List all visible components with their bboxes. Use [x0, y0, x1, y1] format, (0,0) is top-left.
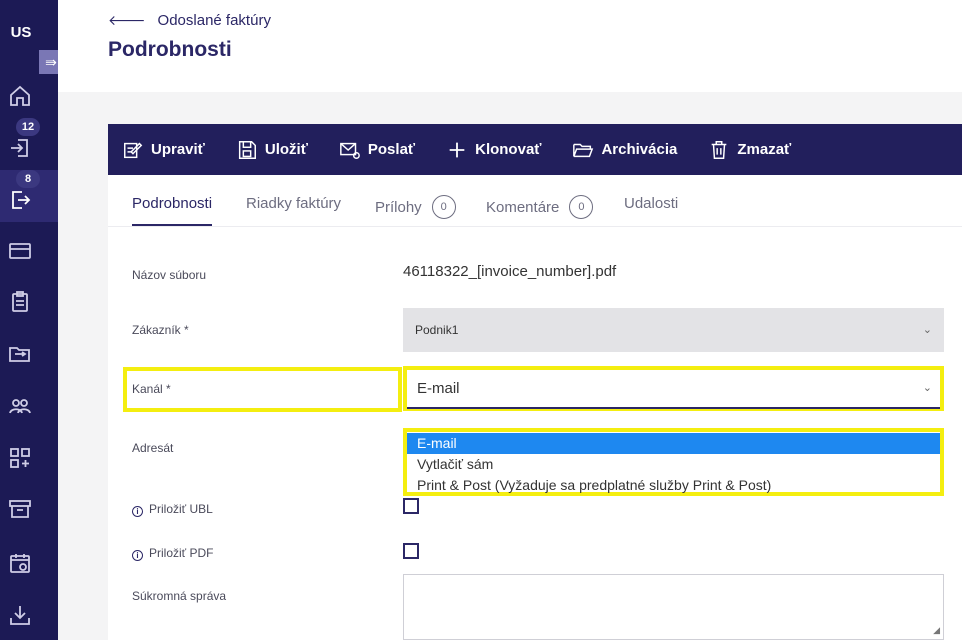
tab-invoice-lines[interactable]: Riadky faktúry	[246, 195, 341, 212]
filename-value: 46118322_[invoice_number].pdf	[403, 263, 617, 280]
clone-button[interactable]: Klonovať	[446, 139, 541, 161]
channel-label: Kanál *	[132, 382, 171, 396]
tab-bar: Podrobnosti Riadky faktúry Prílohy 0 Kome…	[108, 175, 962, 227]
email-send-icon	[339, 142, 360, 159]
folder-transfer-icon	[9, 347, 30, 362]
inbox-import-icon	[11, 139, 28, 157]
filename-label: Názov súboru	[132, 268, 207, 282]
tab-attachments[interactable]: Prílohy 0	[375, 195, 456, 219]
clipboard-icon	[12, 291, 28, 312]
attach-ubl-checkbox[interactable]	[403, 498, 419, 514]
attach-pdf-checkbox[interactable]	[403, 543, 419, 559]
sidebar-item-payments[interactable]	[0, 226, 58, 276]
customer-label: Zákazník *	[132, 323, 189, 337]
page-title: Podrobnosti	[108, 38, 232, 61]
edit-button[interactable]: Upraviť	[122, 139, 205, 161]
outbox-export-icon	[12, 191, 31, 209]
channel-option-print-post[interactable]: Print & Post (Vyžaduje sa predplatné slu…	[407, 475, 940, 496]
download-icon	[10, 606, 30, 625]
page-header: 🡐 Odoslané faktúry Podrobnosti	[58, 0, 962, 92]
attach-pdf-label: i Priložiť PDF	[132, 546, 214, 561]
info-icon[interactable]: i	[132, 506, 143, 517]
attachments-count: 0	[431, 195, 456, 219]
archive-icon	[9, 500, 31, 518]
edit-icon	[124, 142, 143, 158]
resize-handle-icon[interactable]: ◢	[933, 625, 940, 636]
send-button[interactable]: Poslať	[339, 139, 415, 161]
sidebar-item-clipboard[interactable]	[0, 277, 58, 327]
sidebar-item-download[interactable]	[0, 590, 58, 640]
home-icon	[10, 85, 30, 106]
sidebar-item-transfers[interactable]	[0, 329, 58, 379]
sidebar-item-archive[interactable]	[0, 484, 58, 534]
channel-option-email[interactable]: E-mail	[407, 433, 940, 454]
tab-details[interactable]: Podrobnosti	[132, 195, 213, 226]
tab-events[interactable]: Udalosti	[624, 195, 678, 212]
info-icon[interactable]: i	[132, 550, 143, 561]
channel-label-highlight: Kanál *	[123, 367, 402, 412]
back-arrow-icon: 🡐	[108, 12, 146, 28]
customer-select[interactable]: Podnik1 ⌄	[403, 308, 944, 352]
action-toolbar: Upraviť Uložiť Poslať Klonovať Archiváci…	[108, 124, 962, 175]
credit-card-icon	[9, 243, 31, 259]
sent-count-badge: 8	[16, 170, 40, 188]
attach-ubl-label: i Priložiť UBL	[132, 502, 213, 517]
tab-comments[interactable]: Komentáre 0	[486, 195, 594, 219]
calendar-sync-icon	[10, 554, 30, 573]
chevron-down-icon: ⌄	[922, 382, 932, 394]
chevron-down-icon: ⌄	[922, 324, 932, 336]
save-button[interactable]: Uložiť	[236, 139, 308, 161]
sidebar-item-contacts[interactable]	[0, 381, 58, 431]
sidebar-item-received[interactable]	[0, 123, 58, 173]
apps-add-icon	[10, 448, 30, 468]
back-link-label: Odoslané faktúry	[157, 12, 271, 29]
channel-dropdown: E-mail Vytlačiť sám Print & Post (Vyžadu…	[403, 428, 944, 496]
recipient-label: Adresát	[132, 441, 174, 455]
channel-option-print-self[interactable]: Vytlačiť sám	[407, 454, 940, 475]
back-link[interactable]: 🡐 Odoslané faktúry	[108, 12, 271, 29]
users-icon	[9, 399, 31, 414]
folder-open-icon	[573, 143, 594, 157]
private-message-label: Súkromná správa	[132, 589, 227, 603]
sidebar-item-schedule[interactable]	[0, 538, 58, 588]
trash-icon	[712, 140, 727, 159]
delete-button[interactable]: Zmazať	[708, 139, 791, 161]
sidebar: US ⇛ 12 8	[0, 0, 63, 640]
plus-icon	[449, 142, 465, 157]
comments-count: 0	[569, 195, 594, 219]
sidebar-item-home[interactable]	[0, 71, 58, 121]
sidebar-item-apps[interactable]	[0, 433, 58, 483]
private-message-textarea[interactable]: ◢	[403, 574, 944, 640]
archive-button[interactable]: Archivácia	[572, 139, 677, 161]
floppy-disk-icon	[238, 140, 256, 159]
channel-select[interactable]: E-mail ⌄	[403, 366, 944, 411]
